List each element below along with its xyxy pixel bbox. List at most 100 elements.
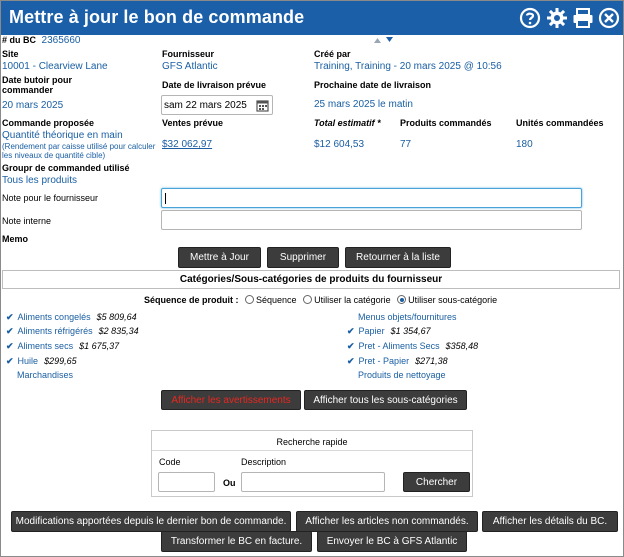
products-ordered-value: 77: [400, 139, 412, 150]
category-name: Aliments congelés: [17, 312, 91, 322]
products-ordered-label: Produits commandés: [400, 118, 492, 128]
text-cursor: [165, 193, 166, 204]
calendar-icon[interactable]: [256, 99, 269, 112]
category-name: Huile: [17, 356, 39, 366]
site-label: Site: [2, 49, 19, 59]
order-group-label: Groupr de commanded utilisé: [2, 163, 130, 173]
order-deadline-label: Date butoir pour commander: [2, 75, 72, 95]
sequence-label: Séquence de produit :: [144, 295, 239, 305]
category-name: Produits de nettoyage: [358, 370, 446, 380]
sequence-radio[interactable]: [245, 295, 255, 304]
category-amount: $1 675,37: [79, 341, 120, 351]
code-input[interactable]: [158, 472, 215, 492]
show-bc-details-button[interactable]: Afficher les détails du BC.: [482, 511, 618, 532]
delivery-date-field[interactable]: sam 22 mars 2025: [161, 95, 273, 115]
supplier-label: Fournisseur: [162, 49, 215, 59]
send-bc-button[interactable]: Envoyer le BC à GFS Atlantic: [317, 531, 467, 552]
quick-search-title: Recherche rapide: [276, 437, 348, 447]
gear-icon[interactable]: [546, 7, 568, 29]
show-alerts-button[interactable]: Afficher les avertissements: [161, 390, 301, 410]
category-item[interactable]: ✔ Pret - Aliments Secs $358,48: [347, 341, 478, 352]
category-item[interactable]: ✔ Huile $299,65: [6, 356, 77, 367]
changes-since-last-order-button[interactable]: Modifications apportées depuis le dernie…: [11, 511, 291, 532]
next-delivery-value: 25 mars 2025 le matin: [314, 99, 413, 110]
category-item[interactable]: Menus objets/fournitures: [358, 312, 457, 322]
code-label: Code: [159, 457, 181, 467]
show-all-subcategories-button[interactable]: Afficher tous les sous-catégories: [304, 390, 467, 410]
category-name: Aliments secs: [17, 341, 74, 351]
categories-header: Catégories/Sous-catégories de produits d…: [2, 270, 620, 289]
category-radio[interactable]: [303, 295, 313, 304]
category-name: Pret - Aliments Secs: [358, 341, 440, 351]
description-label: Description: [241, 457, 287, 467]
subcategory-option-label: Utiliser sous-catégorie: [408, 295, 498, 305]
description-input[interactable]: [241, 472, 385, 492]
page-title: Mettre à jour le bon de commande: [9, 7, 305, 27]
estimated-total-value: $12 604,53: [314, 139, 365, 150]
supplier-note-label: Note pour le fournisseur: [2, 193, 99, 203]
memo-label: Memo: [2, 234, 29, 244]
category-amount: $299,65: [44, 356, 77, 366]
convert-to-invoice-button[interactable]: Transformer le BC en facture.: [161, 531, 312, 552]
order-deadline-value: 20 mars 2025: [2, 100, 64, 111]
category-name: Papier: [358, 326, 385, 336]
internal-note-input[interactable]: [161, 210, 582, 230]
delivery-date-value: sam 22 mars 2025: [164, 100, 247, 111]
category-amount: $358,48: [445, 341, 479, 351]
show-unordered-items-button[interactable]: Afficher les articles non commandés.: [296, 511, 478, 532]
supplier-value: GFS Atlantic: [162, 61, 218, 72]
units-ordered-value: 180: [516, 139, 533, 150]
category-item[interactable]: Produits de nettoyage: [358, 370, 446, 380]
forecast-sales-label: Ventes prévue: [162, 118, 224, 128]
or-label: Ou: [223, 478, 236, 488]
site-value: 10001 - Clearview Lane: [2, 61, 108, 72]
category-item[interactable]: ✔ Pret - Papier $271,38: [347, 356, 448, 367]
proposed-order-note: (Rendement par caisse utilisé pour calcu…: [2, 142, 156, 160]
order-group-value: Tous les produits: [2, 175, 78, 186]
update-button[interactable]: Mettre à Jour: [178, 247, 261, 268]
sort-arrows-icon[interactable]: [373, 37, 395, 43]
forecast-sales-link[interactable]: $32 062,97: [162, 139, 212, 150]
back-to-list-button[interactable]: Retourner à la liste: [345, 247, 451, 268]
internal-note-label: Note interne: [2, 216, 52, 226]
check-icon: ✔: [347, 356, 355, 366]
help-icon[interactable]: [519, 7, 541, 29]
category-amount: $2 835,34: [98, 326, 139, 336]
proposed-order-label: Commande proposée: [2, 118, 95, 128]
printer-icon[interactable]: [572, 7, 594, 29]
check-icon: ✔: [347, 341, 355, 351]
bc-number: 2365660: [41, 35, 81, 46]
check-icon: ✔: [6, 341, 14, 351]
bc-number-line: # du BC 2365660: [2, 35, 80, 46]
title-bar: Mettre à jour le bon de commande: [1, 1, 623, 35]
category-item[interactable]: Marchandises: [17, 370, 73, 380]
category-item[interactable]: ✔ Papier $1 354,67: [347, 326, 431, 337]
check-icon: ✔: [6, 312, 14, 322]
category-item[interactable]: ✔ Aliments congelés $5 809,64: [6, 312, 137, 323]
category-name: Aliments réfrigérés: [17, 326, 93, 336]
check-icon: ✔: [347, 326, 355, 336]
delivery-date-label: Date de livraison prévue: [162, 80, 267, 90]
category-amount: $271,38: [415, 356, 448, 366]
check-icon: ✔: [6, 356, 14, 366]
proposed-order-value: Quantité théorique en main: [2, 130, 123, 141]
delete-button[interactable]: Supprimer: [267, 247, 339, 268]
sequence-options: Séquence de produit : Séquence Utiliser …: [144, 295, 497, 305]
created-by-value: Training, Training - 20 mars 2025 @ 10:5…: [314, 61, 502, 72]
supplier-note-input[interactable]: [161, 188, 582, 208]
category-name: Menus objets/fournitures: [358, 312, 457, 322]
bc-label: # du BC: [2, 35, 37, 45]
estimated-total-label: Total estimatif *: [314, 118, 381, 128]
sequence-option-label: Séquence: [256, 295, 297, 305]
category-item[interactable]: ✔ Aliments réfrigérés $2 835,34: [6, 326, 139, 337]
units-ordered-label: Unités commandées: [516, 118, 604, 128]
quick-search-panel: Recherche rapide Code Description Ou Che…: [151, 430, 473, 497]
next-delivery-label: Prochaine date de livraison: [314, 80, 432, 90]
search-button[interactable]: Chercher: [403, 472, 470, 492]
subcategory-radio[interactable]: [397, 295, 407, 304]
close-icon[interactable]: [598, 7, 620, 29]
category-name: Pret - Papier: [358, 356, 410, 366]
check-icon: ✔: [6, 326, 14, 336]
category-item[interactable]: ✔ Aliments secs $1 675,37: [6, 341, 119, 352]
category-amount: $1 354,67: [390, 326, 431, 336]
